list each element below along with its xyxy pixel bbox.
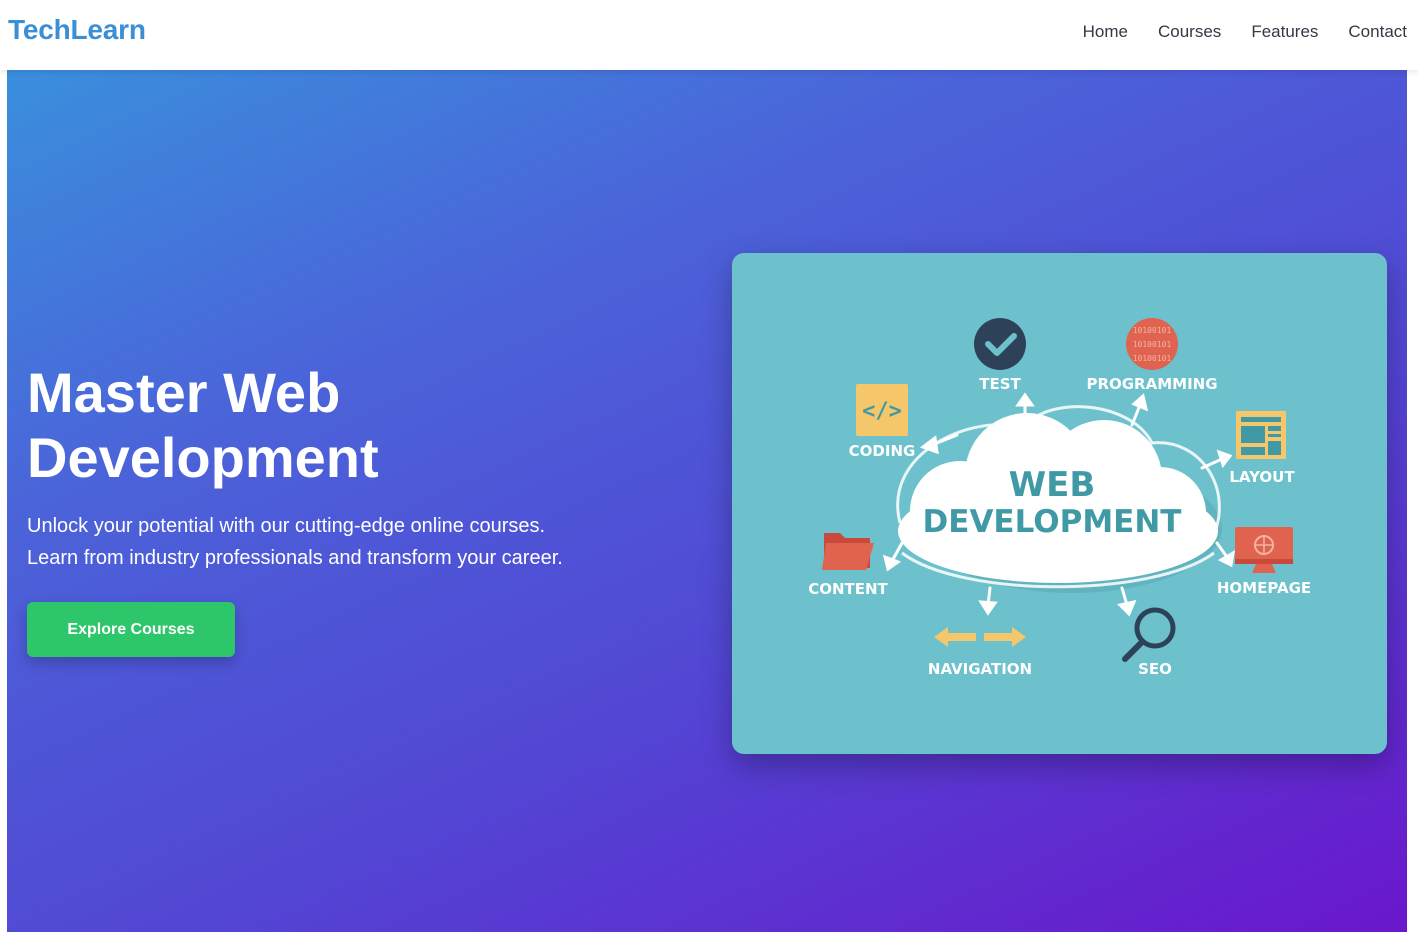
nav-link-courses[interactable]: Courses xyxy=(1158,22,1221,42)
svg-text:10100101: 10100101 xyxy=(1133,326,1172,335)
search-magnifier-icon xyxy=(1122,607,1176,662)
folder-icon xyxy=(822,533,874,570)
layout-icon xyxy=(1236,411,1286,459)
label-homepage: HOMEPAGE xyxy=(1217,579,1311,597)
svg-text:</>: </> xyxy=(862,399,902,424)
web-development-illustration: WEB DEVELOPMENT TEST 10100101 10100101 1… xyxy=(732,253,1387,754)
svg-text:10100101: 10100101 xyxy=(1133,340,1172,349)
coding-icon: </> xyxy=(856,384,908,436)
label-layout: LAYOUT xyxy=(1229,468,1295,486)
programming-binary-icon: 10100101 10100101 10100101 xyxy=(1126,318,1178,370)
nav-links: Home Courses Features Contact xyxy=(1083,22,1407,42)
homepage-monitor-icon xyxy=(1235,527,1293,573)
hero-title-line-2: Development xyxy=(27,426,379,489)
test-checkmark-icon xyxy=(974,318,1026,370)
svg-text:10100101: 10100101 xyxy=(1133,354,1172,363)
top-navbar: TechLearn Home Courses Features Contact xyxy=(0,0,1419,70)
navigation-arrows-icon xyxy=(934,627,1026,647)
hero-title-line-1: Master Web xyxy=(27,361,341,424)
label-coding: CODING xyxy=(849,442,916,460)
label-content: CONTENT xyxy=(808,580,888,598)
hero-subtitle-line-2: Learn from industry professionals and tr… xyxy=(27,547,563,569)
explore-courses-button[interactable]: Explore Courses xyxy=(27,602,235,657)
hero-subtitle: Unlock your potential with our cutting-e… xyxy=(27,510,637,574)
label-navigation: NAVIGATION xyxy=(928,660,1032,678)
nav-link-features[interactable]: Features xyxy=(1251,22,1318,42)
label-programming: PROGRAMMING xyxy=(1086,375,1217,393)
hero-subtitle-line-1: Unlock your potential with our cutting-e… xyxy=(27,515,546,537)
label-seo: SEO xyxy=(1138,660,1172,678)
cloud-title-line-1: WEB xyxy=(1009,465,1096,505)
label-test: TEST xyxy=(979,375,1021,393)
brand-logo[interactable]: TechLearn xyxy=(8,14,146,46)
nav-link-home[interactable]: Home xyxy=(1083,22,1128,42)
nav-link-contact[interactable]: Contact xyxy=(1348,22,1407,42)
hero-title: Master Web Development xyxy=(27,360,667,490)
hero-section: Master Web Development Unlock your poten… xyxy=(7,70,1407,932)
cloud-title-line-2: DEVELOPMENT xyxy=(923,504,1182,540)
